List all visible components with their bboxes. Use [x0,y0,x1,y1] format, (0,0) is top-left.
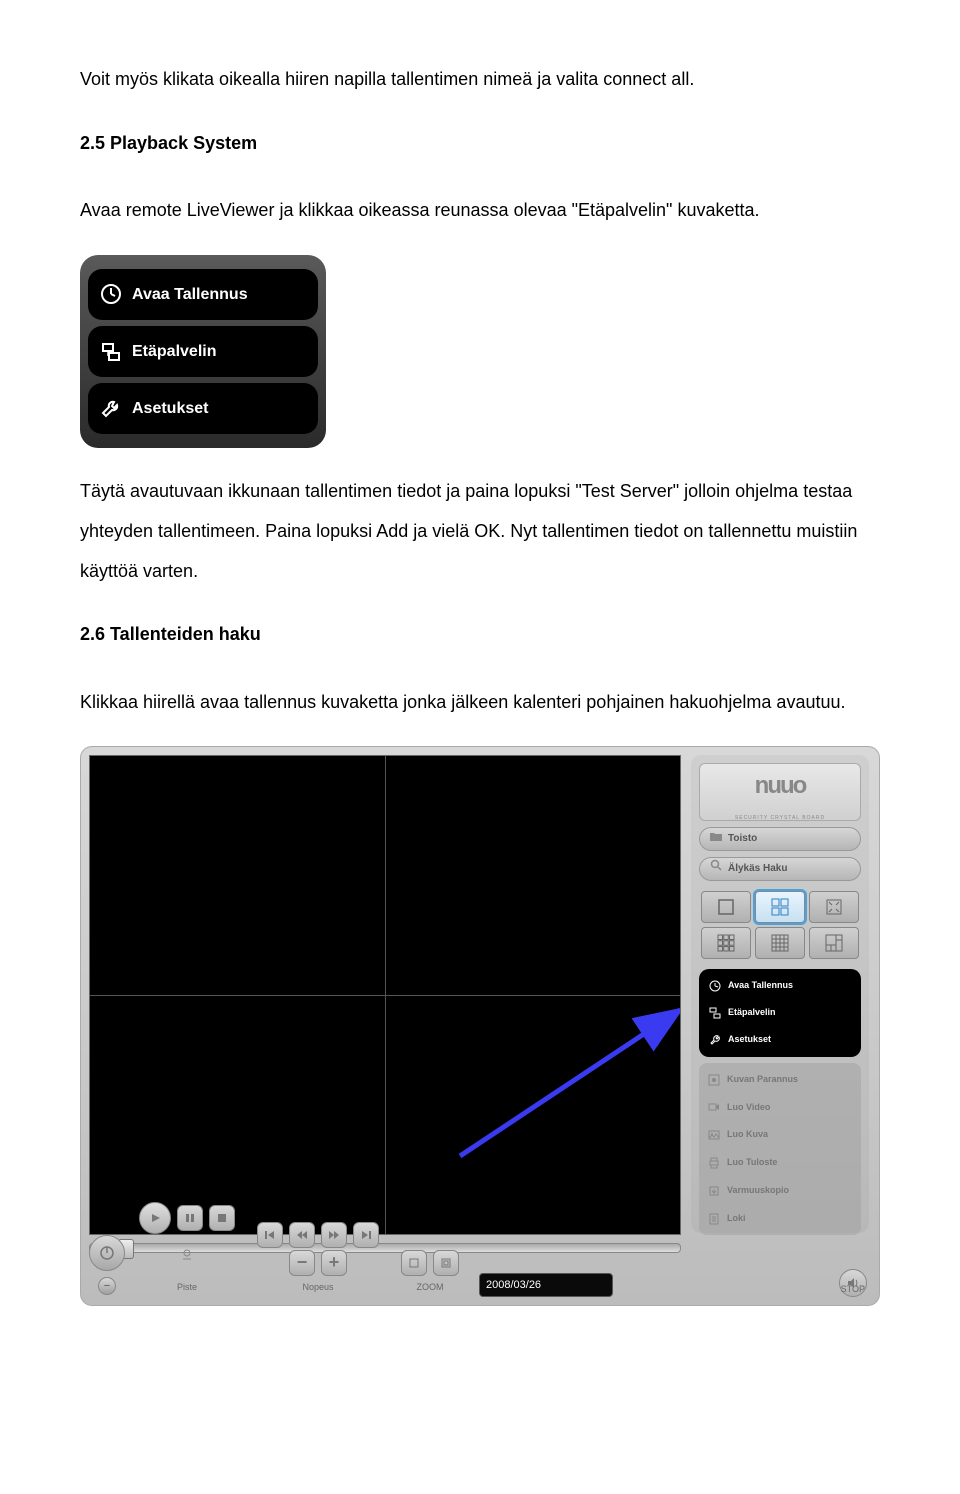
tool-label: Varmuuskopio [727,1181,789,1201]
tool-luo-tuloste[interactable]: Luo Tuloste [703,1150,857,1176]
grid-2x2-button[interactable] [755,891,805,923]
paragraph-3: Täytä avautuvaan ikkunaan tallentimen ti… [80,472,880,591]
tool-label: Luo Video [727,1098,770,1118]
menu-item-etapalvelin[interactable]: Etäpalvelin [88,326,318,377]
tool-luo-video[interactable]: Luo Video [703,1095,857,1121]
mini-etapalvelin[interactable]: Etäpalvelin [704,1001,856,1025]
folder-icon [710,828,722,850]
seek-start-icon [265,1230,275,1240]
wrench-icon [708,1033,722,1047]
mini-item-label: Avaa Tallennus [728,976,793,996]
grid-3x3-button[interactable] [701,927,751,959]
mini-item-label: Etäpalvelin [728,1003,776,1023]
zoom-box-button[interactable] [401,1250,427,1276]
paragraph-1: Voit myös klikata oikealla hiiren napill… [80,60,880,100]
heading-playback-system: 2.5 Playback System [80,124,880,164]
enhance-icon [707,1073,721,1087]
tool-label: Loki [727,1209,746,1229]
mini-menu-panel: Avaa Tallennus Etäpalvelin Asetukset [699,969,861,1056]
grid-divider-horizontal [90,995,680,996]
playback-player-window: nuuo SECURITY CRYSTAL BOARD Toisto Älykä… [80,746,880,1306]
paragraph-4: Klikkaa hiirellä avaa tallennus kuvakett… [80,683,880,723]
menu-item-label: Etäpalvelin [132,334,216,369]
date-display[interactable]: 2008/03/26 [479,1273,613,1297]
speed-down-button[interactable]: − [289,1250,315,1276]
grid-custom-button[interactable] [809,927,859,959]
tool-loki[interactable]: Loki [703,1206,857,1232]
grid-1x1-button[interactable] [701,891,751,923]
stop-label: STOP [841,1280,865,1300]
zoom-label: ZOOM [417,1278,444,1298]
menu-panel: Avaa Tallennus Etäpalvelin Asetukset [80,255,326,449]
pill-toisto[interactable]: Toisto [699,827,861,851]
pill-label: Toisto [728,828,757,850]
zoom-box-icon [409,1258,419,1268]
minimize-button[interactable]: − [98,1277,116,1295]
plus-icon: + [329,1243,340,1283]
mini-avaa-tallennus[interactable]: Avaa Tallennus [704,974,856,998]
forward-icon [329,1230,339,1240]
piste-indicator [177,1236,197,1276]
play-button[interactable] [139,1202,171,1234]
mini-item-label: Asetukset [728,1030,771,1050]
image-icon [707,1128,721,1142]
wrench-icon [100,398,122,420]
tool-kuvan-parannus[interactable]: Kuvan Parannus [703,1067,857,1093]
backup-icon [707,1184,721,1198]
tool-varmuuskopio[interactable]: Varmuuskopio [703,1178,857,1204]
seek-start-button[interactable] [257,1222,283,1248]
server-icon [708,1006,722,1020]
pause-icon [185,1213,195,1223]
menu-item-avaa-tallennus[interactable]: Avaa Tallennus [88,269,318,320]
tool-label: Kuvan Parannus [727,1070,798,1090]
stop-icon [217,1213,227,1223]
pill-label: Älykäs Haku [728,858,787,880]
paragraph-2: Avaa remote LiveViewer ja klikkaa oikeas… [80,191,880,231]
nopeus-label: Nopeus [302,1278,333,1298]
search-icon [710,858,722,880]
date-value: 2008/03/26 [486,1273,541,1297]
video-icon [707,1100,721,1114]
minus-icon: − [297,1243,308,1283]
power-button[interactable] [89,1235,125,1271]
pause-button[interactable] [177,1205,203,1231]
tool-luo-kuva[interactable]: Luo Kuva [703,1122,857,1148]
tool-label: Luo Kuva [727,1125,768,1145]
power-icon [99,1245,115,1261]
tool-label: Luo Tuloste [727,1153,777,1173]
zoom-fit-button[interactable] [433,1250,459,1276]
video-grid-area[interactable] [89,755,681,1235]
menu-item-label: Asetukset [132,391,208,426]
logo-text: nuuo [755,760,806,813]
grid-fullscreen-button[interactable] [809,891,859,923]
grid-layout-selector [699,887,861,963]
stop-button[interactable] [209,1205,235,1231]
server-icon [100,341,122,363]
menu-item-asetukset[interactable]: Asetukset [88,383,318,434]
logo-box: nuuo SECURITY CRYSTAL BOARD [699,763,861,821]
heading-tallenteiden-haku: 2.6 Tallenteiden haku [80,615,880,655]
grid-4x4-button[interactable] [755,927,805,959]
zoom-fit-icon [441,1258,451,1268]
side-panel: nuuo SECURITY CRYSTAL BOARD Toisto Älykä… [691,755,869,1233]
transport-bar: − Piste − + Nopeus [89,1235,871,1297]
logo-subtitle: SECURITY CRYSTAL BOARD [735,813,825,824]
rewind-icon [297,1230,307,1240]
log-icon [707,1212,721,1226]
speed-up-button[interactable]: + [321,1250,347,1276]
piste-label: Piste [177,1278,197,1298]
tool-list: Kuvan Parannus Luo Video Luo Kuva Luo Tu… [699,1063,861,1236]
clock-icon [708,979,722,993]
clock-icon [100,283,122,305]
seek-end-icon [361,1230,371,1240]
seek-end-button[interactable] [353,1222,379,1248]
menu-item-label: Avaa Tallennus [132,277,248,312]
play-icon [149,1212,161,1224]
mini-asetukset[interactable]: Asetukset [704,1028,856,1052]
pill-alykas-haku[interactable]: Älykäs Haku [699,857,861,881]
print-icon [707,1156,721,1170]
